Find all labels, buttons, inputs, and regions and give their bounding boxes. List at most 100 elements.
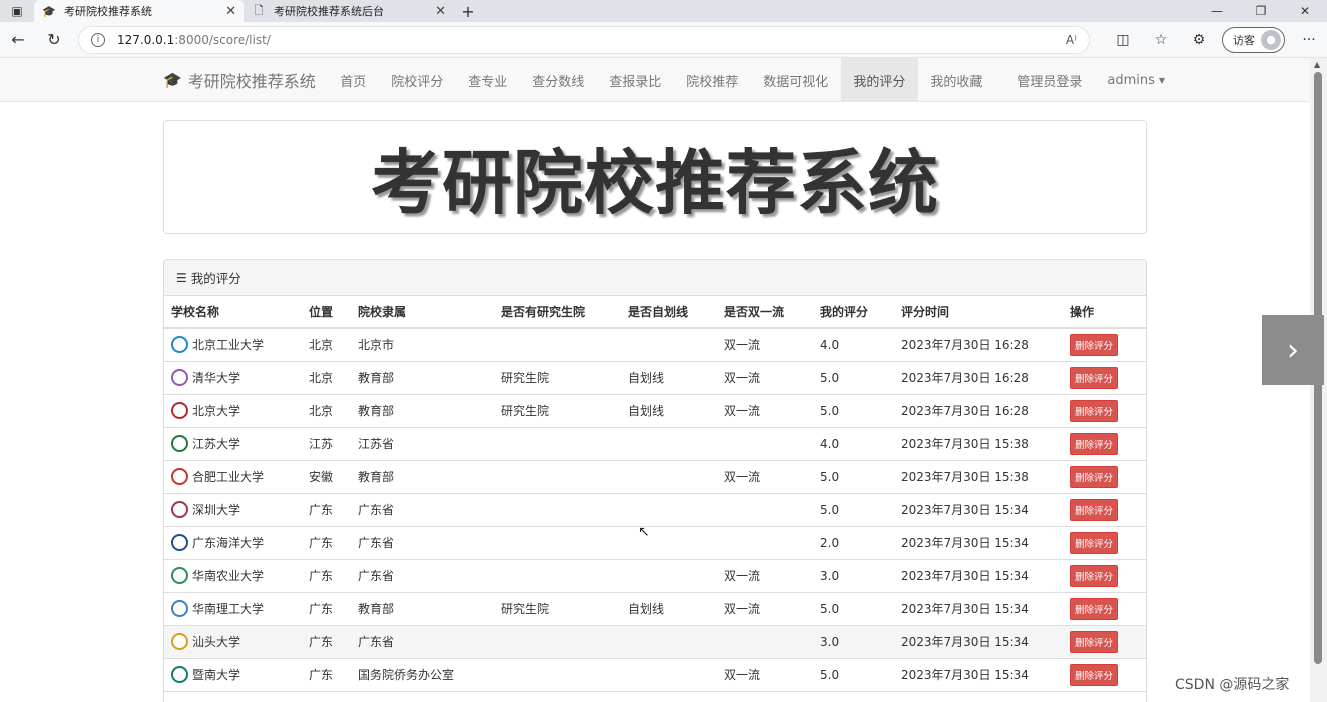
cell-school: 暨南大学 xyxy=(164,658,302,692)
cell-double-first: 双一流 xyxy=(717,361,813,395)
school-logo-icon xyxy=(171,468,188,485)
cell-action: 删除评分 xyxy=(1063,493,1146,527)
cell-grad-school xyxy=(494,328,621,362)
favorites-icon[interactable]: ☆ xyxy=(1142,32,1180,48)
minimize-icon[interactable]: — xyxy=(1195,0,1239,22)
cell-action: 删除评分 xyxy=(1063,526,1146,560)
school-logo-icon xyxy=(171,666,188,683)
cell-self-line xyxy=(621,625,717,659)
reload-icon[interactable]: ↻ xyxy=(36,22,72,58)
nav-my-rating[interactable]: 我的评分 xyxy=(840,58,918,102)
cell-action: 删除评分 xyxy=(1063,625,1146,659)
new-tab-icon[interactable]: + xyxy=(454,0,482,22)
delete-rating-button[interactable]: 删除评分 xyxy=(1070,663,1119,686)
scroll-up-icon[interactable]: ▲ xyxy=(1314,60,1320,69)
delete-rating-button[interactable]: 删除评分 xyxy=(1070,531,1119,554)
cell-double-first xyxy=(717,427,813,461)
cell-double-first: 双一流 xyxy=(717,658,813,692)
nav-score-line[interactable]: 查分数线 xyxy=(520,58,597,102)
school-name-wrap: 江苏大学 xyxy=(171,435,295,452)
cell-score: 5.0 xyxy=(813,592,894,626)
split-screen-icon[interactable]: ◫ xyxy=(1104,32,1142,48)
col-school: 学校名称 xyxy=(164,296,302,329)
watermark: CSDN @源码之家 xyxy=(1175,677,1290,693)
site-brand[interactable]: 🎓 考研院校推荐系统 xyxy=(163,68,316,92)
read-aloud-icon[interactable]: A⁾ xyxy=(1066,33,1077,47)
delete-rating-button[interactable]: 删除评分 xyxy=(1070,399,1119,422)
browser-tab-admin[interactable]: 🗋 考研院校推荐系统后台 ✕ xyxy=(244,0,454,22)
more-icon[interactable]: ··· xyxy=(1291,32,1327,48)
nav-admission-ratio[interactable]: 查报录比 xyxy=(597,58,674,102)
table-row: 暨南大学 广东 国务院侨务办公室 双一流 5.0 2023年7月30日 15:34 删除评分 xyxy=(164,658,1146,692)
nav-home[interactable]: 首页 xyxy=(328,58,379,102)
user-name: admins xyxy=(1107,72,1155,88)
cell-score: 3.0 xyxy=(813,625,894,659)
browser-tab-active[interactable]: 🎓 考研院校推荐系统 ✕ xyxy=(34,0,244,22)
cell-score: 4.0 xyxy=(813,328,894,362)
cell-double-first: 双一流 xyxy=(717,559,813,593)
delete-rating-button[interactable]: 删除评分 xyxy=(1070,630,1119,653)
cell-double-first xyxy=(717,526,813,560)
panel-heading: ☰ 我的评分 xyxy=(164,260,1146,296)
cell-time: 2023年7月30日 15:38 xyxy=(894,460,1063,494)
cell-grad-school xyxy=(494,526,621,560)
delete-rating-button[interactable]: 删除评分 xyxy=(1070,366,1119,389)
cell-school: 深圳大学 xyxy=(164,493,302,527)
col-time: 评分时间 xyxy=(894,296,1063,329)
caret-down-icon: ▼ xyxy=(1158,75,1166,85)
school-name: 北京大学 xyxy=(192,404,241,418)
col-action: 操作 xyxy=(1063,296,1146,329)
cell-affiliation: 教育部 xyxy=(351,460,494,494)
restore-icon[interactable]: ❐ xyxy=(1239,0,1283,22)
close-window-icon[interactable]: ✕ xyxy=(1283,0,1327,22)
school-name: 合肥工业大学 xyxy=(192,470,265,484)
cell-school: 汕头大学 xyxy=(164,625,302,659)
nav-recommend[interactable]: 院校推荐 xyxy=(674,58,751,102)
cell-time: 2023年7月30日 15:34 xyxy=(894,658,1063,692)
cell-school: 广东海洋大学 xyxy=(164,526,302,560)
panel-title: 我的评分 xyxy=(190,271,241,286)
back-icon[interactable]: ← xyxy=(0,22,36,58)
delete-rating-button[interactable]: 删除评分 xyxy=(1070,432,1119,455)
tab-close-icon[interactable]: ✕ xyxy=(435,4,446,19)
nav-user-menu[interactable]: admins ▼ xyxy=(1095,58,1178,102)
tab-close-icon[interactable]: ✕ xyxy=(225,4,236,19)
browser-toolbar: ◫ ☆ ⚙ xyxy=(1104,32,1218,48)
cell-time: 2023年7月30日 16:28 xyxy=(894,361,1063,395)
brand-text: 考研院校推荐系统 xyxy=(187,72,316,91)
delete-rating-button[interactable]: 删除评分 xyxy=(1070,498,1119,521)
cell-school: 清华大学 xyxy=(164,361,302,395)
delete-rating-button[interactable]: 删除评分 xyxy=(1070,333,1119,356)
table-row: 汕头大学 广东 广东省 3.0 2023年7月30日 15:34 删除评分 xyxy=(164,625,1146,659)
school-name: 江苏大学 xyxy=(192,437,241,451)
delete-rating-button[interactable]: 删除评分 xyxy=(1070,465,1119,488)
cell-score: 5.0 xyxy=(813,361,894,395)
nav-admin-login[interactable]: 管理员登录 xyxy=(1005,58,1095,102)
school-name: 北京工业大学 xyxy=(192,338,265,353)
nav-school-rating[interactable]: 院校评分 xyxy=(379,58,456,102)
info-icon[interactable]: i xyxy=(91,32,105,47)
cell-time: 2023年7月30日 16:28 xyxy=(894,394,1063,428)
tab-actions-icon[interactable]: ▣ xyxy=(0,0,34,22)
school-logo-icon xyxy=(171,600,188,617)
url-input[interactable]: i 127.0.0.1:8000/score/list/ A⁾ xyxy=(78,25,1090,54)
cell-self-line xyxy=(621,427,717,461)
cell-score: 4.0 xyxy=(813,427,894,461)
next-arrow-icon[interactable]: › xyxy=(1262,315,1324,385)
school-logo-icon xyxy=(171,501,188,518)
nav-visualization[interactable]: 数据可视化 xyxy=(751,58,841,102)
profile-button[interactable]: 访客 ● xyxy=(1222,26,1285,53)
school-logo-icon xyxy=(171,534,188,551)
col-my-score: 我的评分 xyxy=(813,296,894,329)
nav-major[interactable]: 查专业 xyxy=(456,58,520,102)
delete-rating-button[interactable]: 删除评分 xyxy=(1070,564,1119,587)
delete-rating-button[interactable]: 删除评分 xyxy=(1070,597,1119,620)
nav-favorites[interactable]: 我的收藏 xyxy=(918,58,995,102)
school-logo-icon xyxy=(171,633,188,650)
table-row: 北京大学 北京 教育部 研究生院 自划线 双一流 5.0 2023年7月30日 16:28 删除… xyxy=(164,394,1146,428)
url-path: :8000/score/list/ xyxy=(174,32,271,47)
extensions-icon[interactable]: ⚙ xyxy=(1180,32,1218,48)
cell-self-line xyxy=(621,460,717,494)
col-grad-school: 是否有研究生院 xyxy=(494,296,621,329)
cell-score: 5.0 xyxy=(813,394,894,428)
